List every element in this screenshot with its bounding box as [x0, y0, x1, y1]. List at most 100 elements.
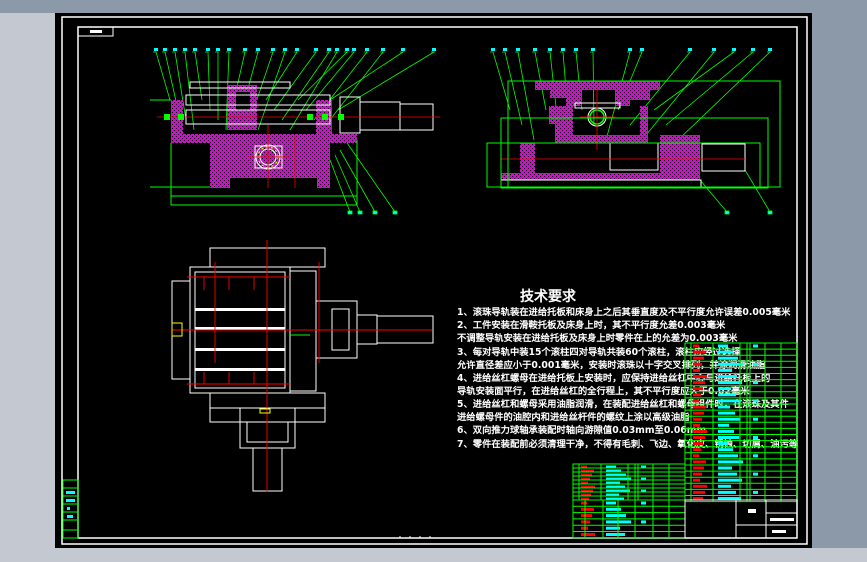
part-balloon	[574, 48, 578, 51]
part-name-cell	[718, 454, 738, 458]
part-balloon	[271, 48, 275, 51]
part-name-cell	[718, 381, 742, 385]
part-balloon	[401, 48, 405, 51]
leader-line	[153, 51, 171, 101]
part-code-cell	[693, 405, 706, 409]
part-code-cell	[693, 442, 703, 446]
part-material-cell	[753, 362, 758, 366]
part-code-cell	[693, 454, 699, 458]
part-balloon	[628, 48, 632, 51]
part-balloon	[206, 48, 210, 51]
side-section-view[interactable]	[486, 48, 781, 189]
part-name-cell	[606, 501, 616, 505]
left-binding-strip	[62, 479, 79, 539]
part-code-cell	[693, 411, 704, 415]
leader-line	[344, 139, 396, 213]
part-balloon	[503, 48, 507, 51]
part-name-cell	[718, 387, 731, 391]
part-name-cell	[718, 423, 729, 427]
cad-drawing-canvas[interactable]: 技术要求 1、滚珠导轨装在进给托板和床身上之后其垂直度及不平行度允许误差0.00…	[0, 0, 867, 562]
part-code-cell	[693, 429, 707, 433]
top-plan-view[interactable]	[171, 240, 434, 492]
part-balloon	[712, 48, 716, 51]
title-block	[684, 499, 798, 539]
leader-line	[502, 51, 523, 126]
part-name-cell	[718, 472, 737, 476]
part-material-cell	[753, 490, 758, 494]
part-balloon	[183, 48, 187, 51]
leader-line	[699, 179, 728, 213]
part-code-cell	[693, 381, 705, 385]
part-balloon	[327, 48, 331, 51]
leader-line	[192, 51, 203, 101]
part-balloon	[640, 48, 644, 51]
part-name-cell	[718, 375, 737, 378]
leader-line	[744, 169, 771, 213]
part-material-cell	[641, 501, 646, 505]
part-balloon	[491, 48, 495, 51]
part-code-cell	[693, 368, 700, 372]
part-name-cell	[718, 460, 743, 464]
part-balloon	[227, 48, 231, 51]
side-motor	[701, 143, 746, 172]
part-code-cell	[693, 344, 699, 348]
part-balloon	[347, 210, 353, 215]
part-name-cell	[718, 362, 743, 366]
part-balloon	[432, 48, 436, 51]
part-name-cell	[718, 399, 741, 403]
leader-line	[641, 51, 715, 141]
part-name-cell	[718, 417, 740, 421]
leader-line	[515, 51, 535, 141]
part-balloon	[751, 48, 755, 51]
part-balloon	[345, 48, 349, 51]
part-code-cell	[693, 423, 700, 427]
leader-line	[337, 51, 436, 111]
part-balloon	[767, 210, 773, 215]
requirement-line: 1、滚珠导轨装在进给托板和床身上之后其垂直度及不平行度允许误差0.005毫米	[457, 306, 791, 318]
part-balloon	[314, 48, 318, 51]
requirement-line: 2、工件安装在滑鞍托板及床身上时，其不平行度允差0.003毫米	[457, 319, 726, 331]
part-material-cell	[753, 399, 758, 403]
part-code-cell	[693, 490, 705, 494]
part-name-cell	[718, 466, 732, 470]
requirement-line: 进给螺母件的油腔内和进给丝杆件的螺纹上涂以高级油脂	[457, 411, 690, 423]
part-code-cell	[693, 399, 699, 403]
part-balloon	[193, 48, 197, 51]
leader-line	[329, 159, 351, 213]
requirement-line: 导轨安装面平行，在进给丝杠的全行程上，其不平行度应大于0.02毫米	[457, 385, 750, 397]
part-name-cell	[718, 478, 742, 482]
part-balloon	[365, 48, 369, 51]
requirements-title: 技术要求	[520, 288, 577, 305]
requirement-line: 6、双向推力球轴承装配时轴向游隙值0.03mm至0.06mm	[457, 424, 706, 436]
part-name-cell	[718, 344, 728, 348]
part-code-cell	[693, 478, 700, 482]
requirement-line: 不调整导轨安装在进给托板及床身上时零件在上的允差为0.003毫米	[457, 332, 738, 344]
part-name-cell	[718, 393, 736, 397]
part-balloon	[381, 48, 385, 51]
part-balloon	[548, 48, 552, 51]
front-section-view[interactable]	[150, 48, 773, 215]
part-name-cell	[606, 514, 626, 518]
part-code-cell	[693, 387, 703, 391]
part-balloon	[533, 48, 537, 51]
part-code-cell	[581, 533, 595, 536]
leader-line	[665, 51, 755, 126]
part-name-cell	[718, 436, 739, 439]
part-code-cell	[693, 375, 707, 378]
part-code-cell	[693, 417, 702, 421]
part-name-cell	[718, 429, 734, 433]
front-leader-lines	[153, 48, 773, 215]
part-balloon	[154, 48, 158, 51]
part-material-cell	[753, 417, 758, 421]
part-code-cell	[693, 460, 706, 464]
part-balloon	[357, 210, 363, 215]
part-balloon	[392, 210, 398, 215]
part-material-cell	[753, 344, 758, 348]
part-code-cell	[693, 484, 707, 488]
part-code-cell	[693, 362, 702, 366]
part-balloon	[516, 48, 520, 51]
part-material-cell	[753, 472, 758, 476]
part-name-cell	[606, 533, 625, 536]
bottom-scale-ticks	[395, 536, 440, 539]
part-name-cell	[718, 490, 736, 494]
